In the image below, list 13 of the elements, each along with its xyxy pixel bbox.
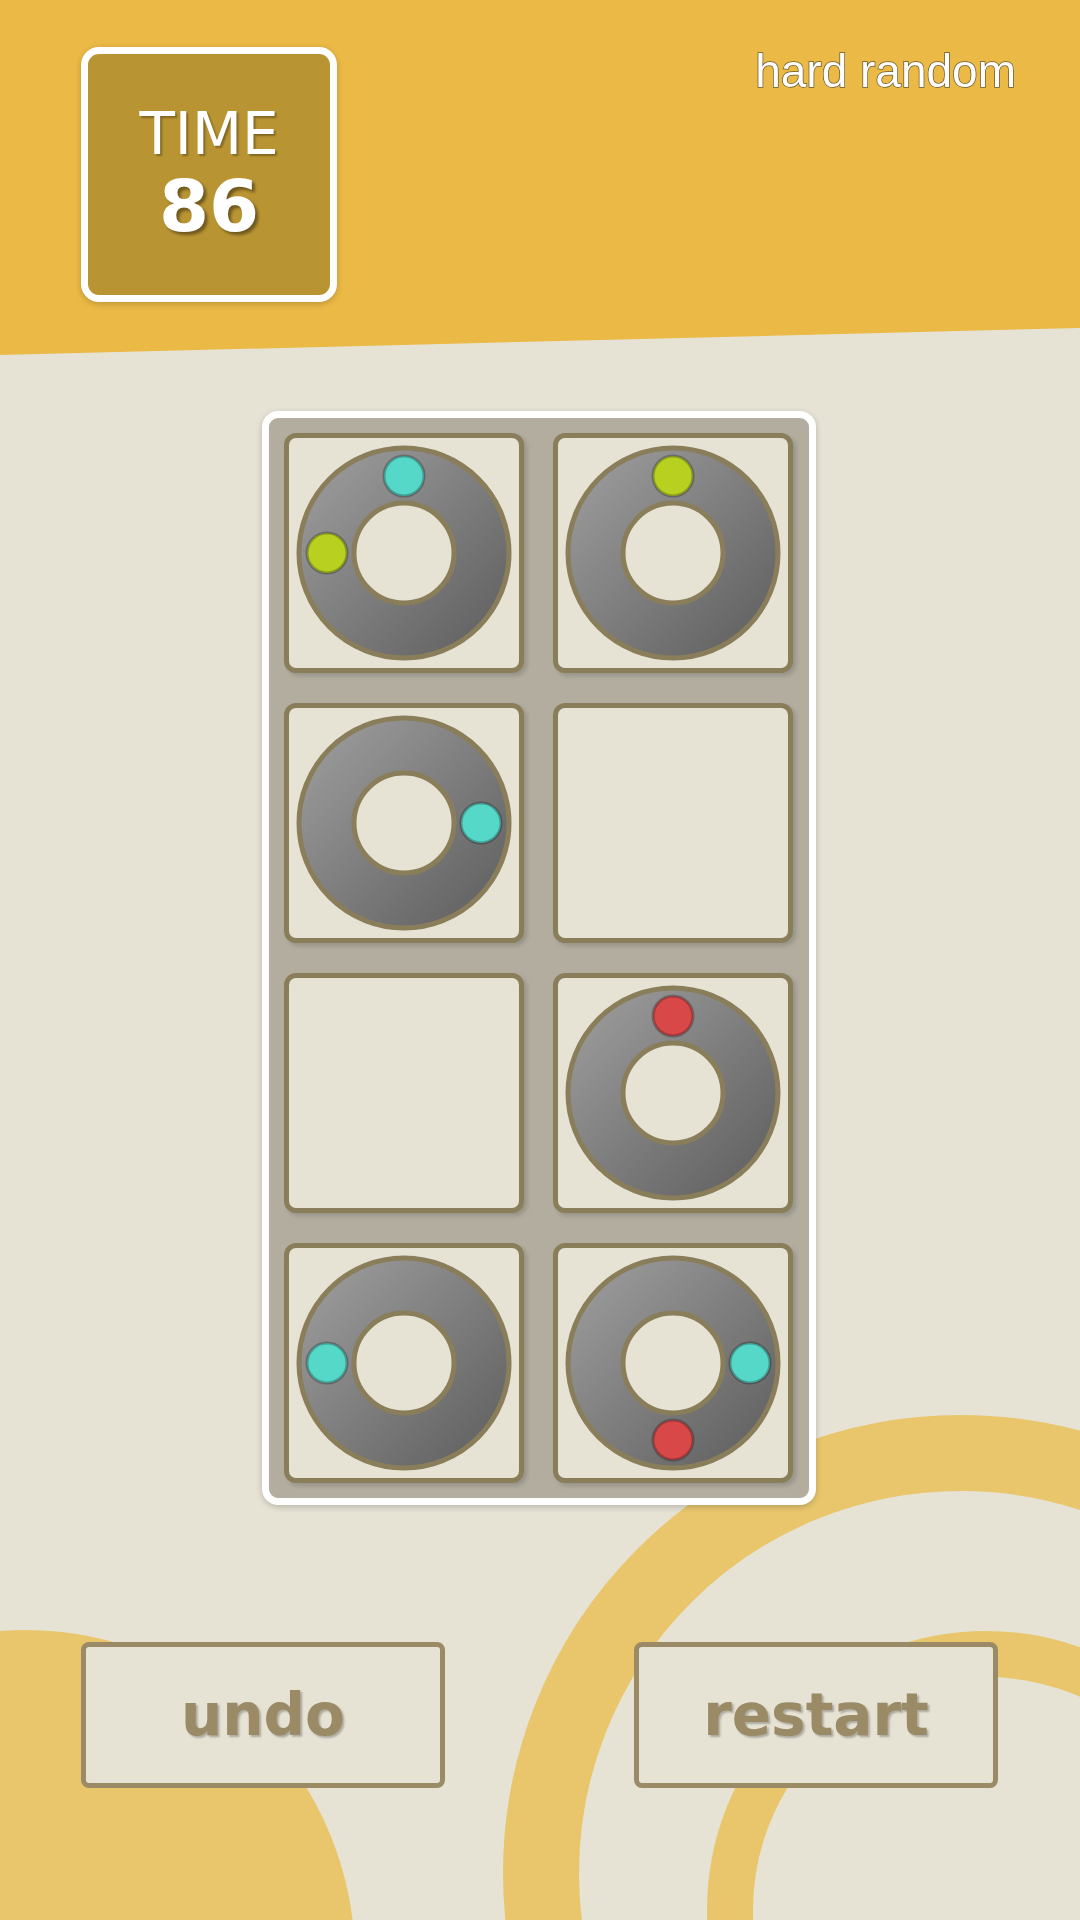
mode-label: hard random — [755, 44, 1016, 98]
timer-label: TIME — [139, 103, 279, 167]
ring-tile[interactable] — [284, 1243, 524, 1483]
timer-value: 86 — [158, 166, 260, 246]
ring-tile[interactable] — [553, 433, 793, 673]
ring-tile[interactable] — [284, 433, 524, 673]
ring-tile[interactable] — [553, 1243, 793, 1483]
ring-tile[interactable] — [284, 703, 524, 943]
ring-tile[interactable] — [553, 973, 793, 1213]
empty-tile[interactable] — [553, 703, 793, 943]
action-button[interactable]: restart — [634, 1642, 998, 1788]
empty-tile[interactable] — [284, 973, 524, 1213]
action-button[interactable]: undo — [81, 1642, 445, 1788]
